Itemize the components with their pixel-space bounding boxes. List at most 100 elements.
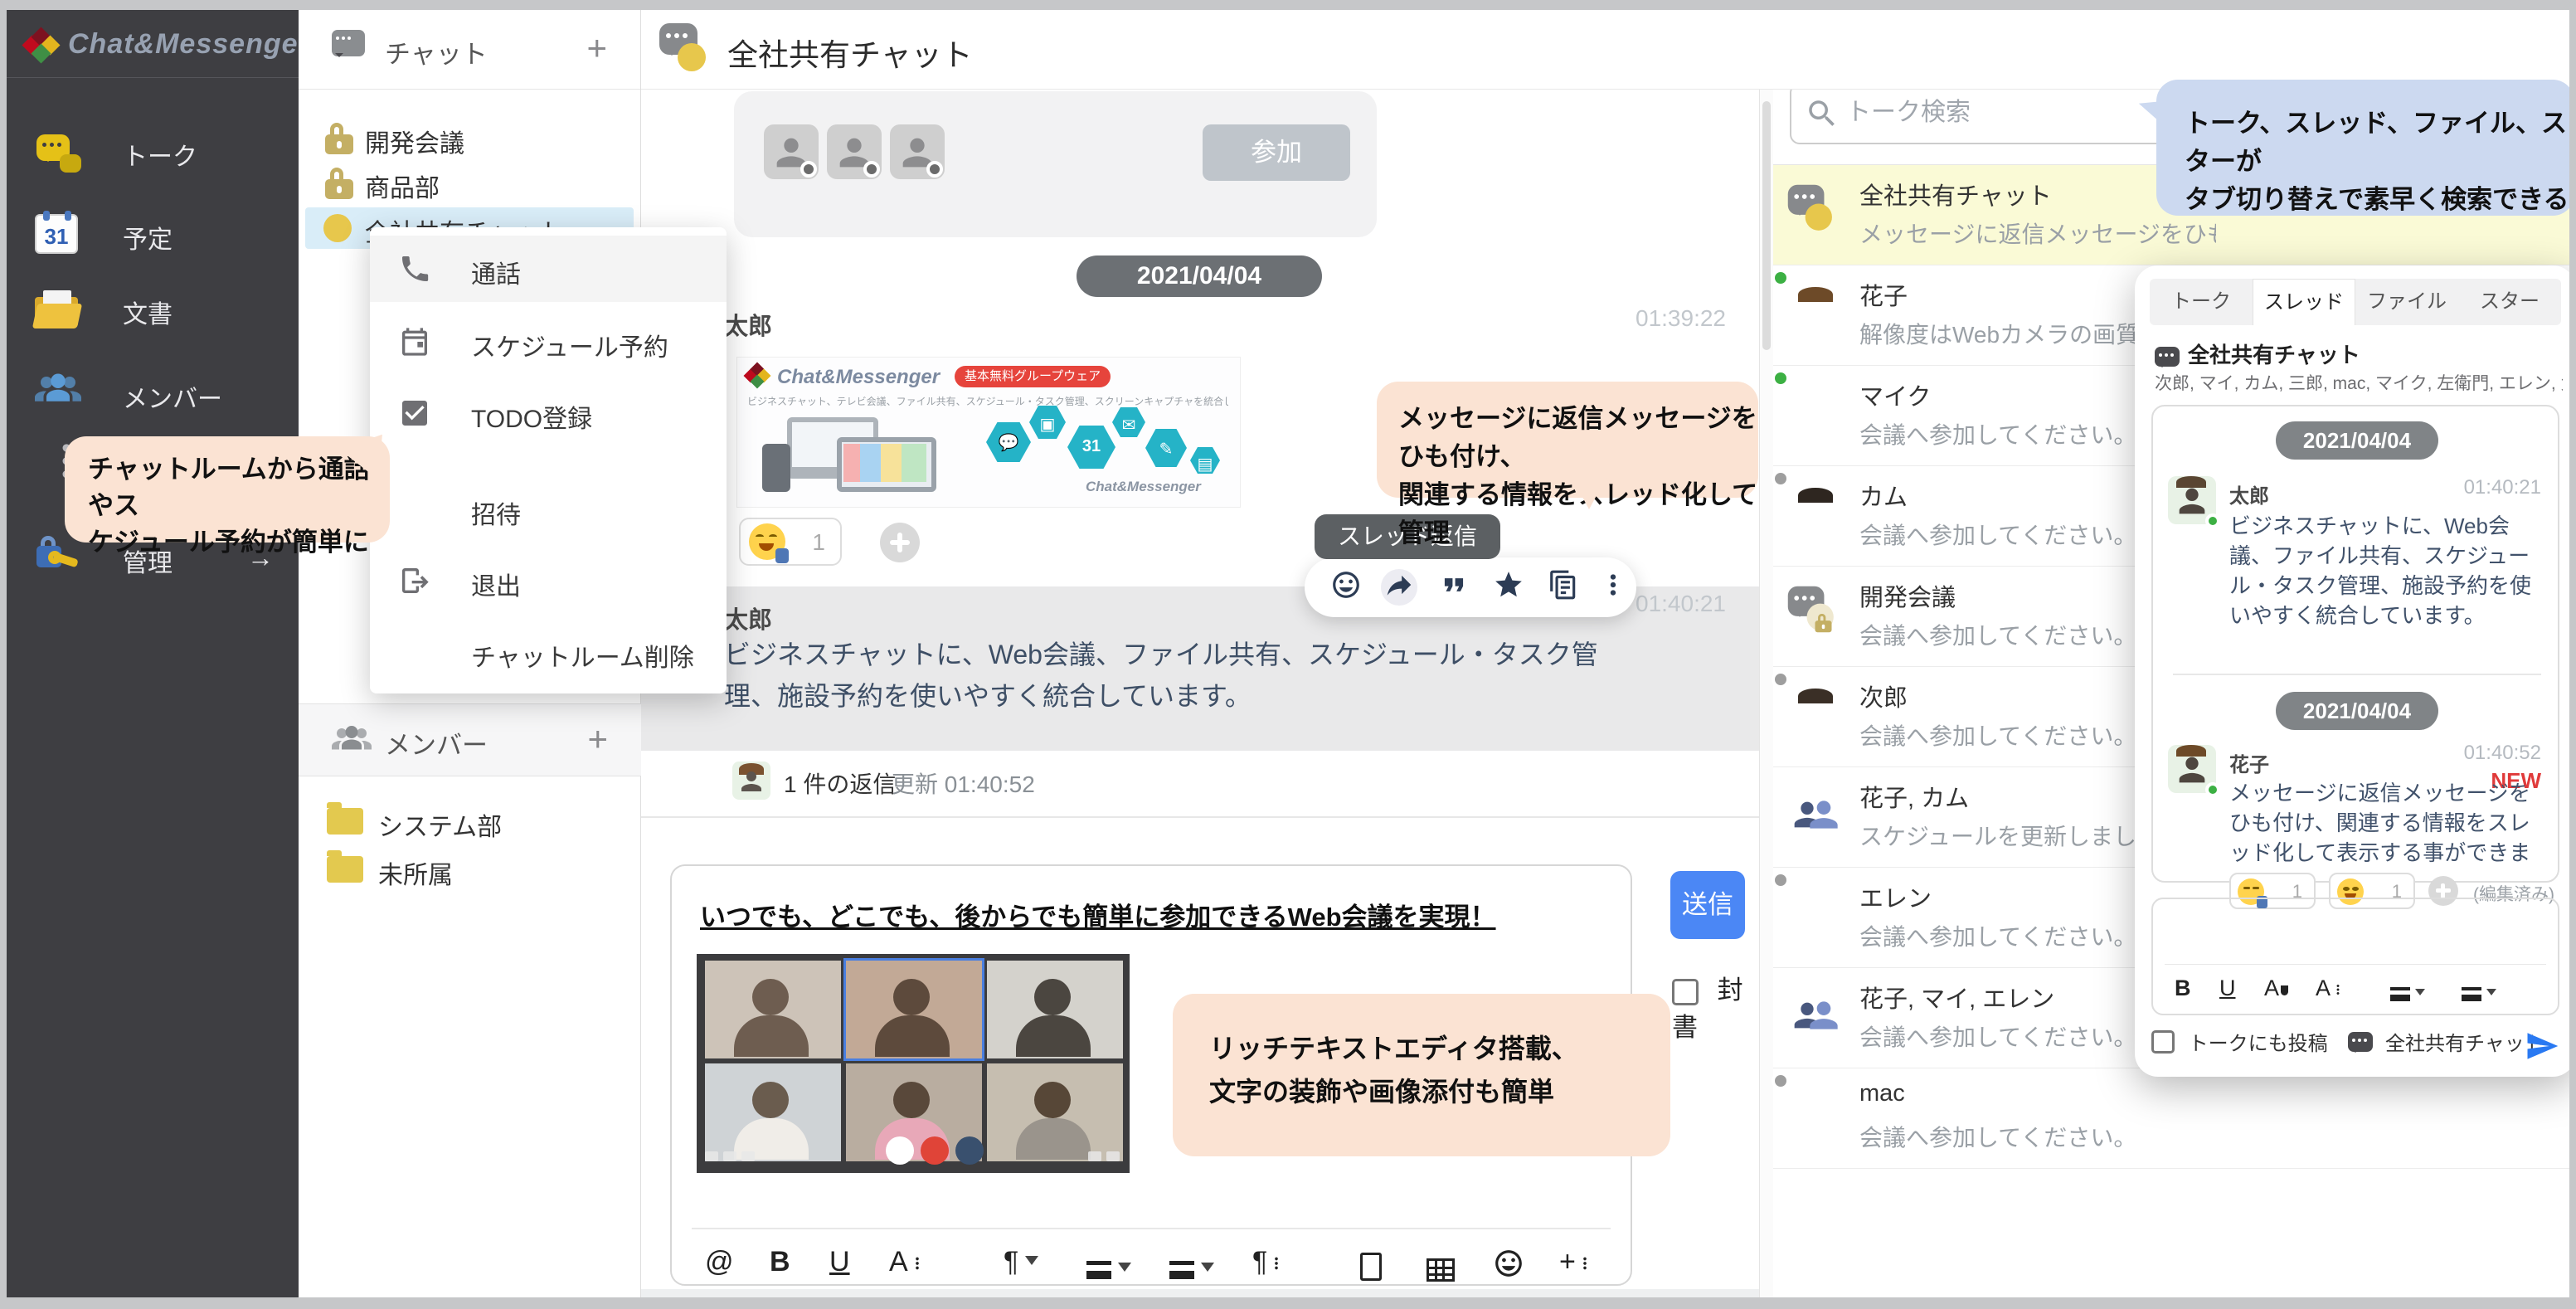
- sidebar-item-members[interactable]: メンバー: [7, 368, 299, 420]
- message-text: ビジネスチャットに、Web会議、ファイル共有、スケジュール・タスク管理、施設予約…: [2229, 511, 2544, 630]
- message-author: 太郎: [724, 601, 772, 635]
- banner-badge: 基本無料グループウェア: [955, 366, 1111, 387]
- message-author: 太郎: [724, 307, 772, 342]
- more-insert-icon[interactable]: +: [1559, 1246, 1594, 1278]
- emoji-react-icon[interactable]: [1328, 569, 1364, 606]
- tab-file[interactable]: ファイル: [2355, 279, 2458, 325]
- room-item-dev-meeting[interactable]: 開発会議: [305, 118, 634, 159]
- bullet-list-icon[interactable]: [1169, 1253, 1214, 1285]
- list-item-mac[interactable]: mac 会議へ参加してください。: [1773, 1068, 2569, 1169]
- room-item-product-dept[interactable]: 商品部: [305, 163, 634, 204]
- app-window: Chat&Messenger トーク 31 予定 文書 メンバー ••• 管理 …: [0, 0, 2576, 1309]
- page-title: 全社共有チャット: [727, 30, 973, 75]
- attach-file-icon[interactable]: [1360, 1249, 1382, 1282]
- sidebar-item-documents[interactable]: 文書: [7, 284, 299, 335]
- reaction-chip-thumbs-up[interactable]: 1: [739, 518, 842, 566]
- font-style-icon[interactable]: A: [889, 1246, 926, 1278]
- app-logo: Chat&Messenger: [7, 10, 299, 78]
- thread-panel: トーク スレッド ファイル スター 全社共有チャット 次郎, マイ, カム, 三…: [2135, 265, 2569, 1077]
- font-color-icon[interactable]: A: [2264, 976, 2288, 1001]
- menu-item-invite[interactable]: 招待: [370, 476, 727, 543]
- message-time: 01:39:22: [1636, 305, 1726, 332]
- paragraph-options-icon[interactable]: ¶: [1252, 1246, 1286, 1278]
- mention-icon[interactable]: @: [705, 1246, 734, 1278]
- app-logo-text: Chat&Messenger: [68, 28, 310, 61]
- post-to-talk-checkbox[interactable]: [2151, 1030, 2175, 1054]
- thread-compose-box[interactable]: B U A A: [2151, 898, 2559, 1015]
- star-icon[interactable]: [1490, 569, 1527, 606]
- room-context-menu: 通話 スケジュール予約 TODO登録 招待 退出 チャットルーム削除: [370, 227, 727, 693]
- thread-send-icon[interactable]: [2525, 1029, 2559, 1063]
- members-section-header: メンバー +: [299, 703, 641, 776]
- thread-footer: トークにも投稿 全社共有チャット: [2151, 1027, 2559, 1067]
- app-frame: Chat&Messenger トーク 31 予定 文書 メンバー ••• 管理 …: [7, 10, 2569, 1297]
- seal-checkbox[interactable]: [1672, 979, 1699, 1005]
- sidebar-item-talk[interactable]: トーク: [7, 126, 299, 178]
- main-scrollbar[interactable]: [1759, 10, 1773, 1297]
- divider: [2173, 674, 2541, 675]
- underline-icon[interactable]: U: [829, 1246, 850, 1278]
- sealed-message-option[interactable]: 封書: [1672, 969, 1759, 1044]
- bullet-list-icon[interactable]: [2462, 981, 2496, 1006]
- paragraph-format-icon[interactable]: ¶: [1004, 1246, 1038, 1278]
- lock-icon: [325, 166, 353, 199]
- bold-icon[interactable]: B: [2175, 976, 2191, 1001]
- yellow-presence-dot: [323, 214, 352, 242]
- menu-item-leave[interactable]: 退出: [370, 547, 727, 614]
- quote-icon[interactable]: [1436, 569, 1472, 606]
- date-chip: 2021/04/04: [1077, 255, 1322, 297]
- divider: [641, 816, 1759, 818]
- phone-icon: [398, 252, 431, 285]
- lock-icon: [325, 121, 353, 154]
- member-folder-unassigned[interactable]: 未所属: [305, 851, 634, 891]
- tab-talk[interactable]: トーク: [2150, 279, 2253, 325]
- call-participants-card: 参加: [734, 91, 1377, 237]
- message-text: ビジネスチャットに、Web会議、ファイル共有、スケジュール・タスク管 理、施設予…: [724, 634, 1752, 717]
- tab-thread[interactable]: スレッド: [2253, 279, 2355, 325]
- more-actions-icon[interactable]: [1595, 569, 1631, 606]
- ordered-list-icon[interactable]: [1086, 1253, 1131, 1285]
- add-reaction-button[interactable]: [880, 523, 920, 562]
- calendar-icon: [398, 325, 431, 358]
- callout-rich-text: リッチテキストエディタ搭載、 文字の装飾や画像添付も簡単: [1173, 994, 1670, 1156]
- menu-item-schedule[interactable]: スケジュール予約: [370, 309, 727, 375]
- compose-title-text[interactable]: いつでも、どこでも、後からでも簡単に参加できるWeb会議を実現！: [700, 896, 1496, 933]
- add-chat-room-button[interactable]: +: [586, 28, 607, 68]
- callout-thread-manage: メッセージに返信メッセージをひも付け、 関連する情報をスレッド化して管理: [1377, 382, 1758, 498]
- attached-banner-image[interactable]: Chat&Messenger 基本無料グループウェア ビジネスチャット、テレビ会…: [736, 357, 1241, 508]
- tab-star[interactable]: スター: [2458, 279, 2561, 325]
- attached-meeting-image[interactable]: [697, 954, 1130, 1173]
- message-time: 01:40:21: [1636, 591, 1726, 617]
- menu-item-delete-room[interactable]: チャットルーム削除: [370, 619, 727, 685]
- message-action-toolbar: [1305, 557, 1636, 617]
- thread-panel-tabs: トーク スレッド ファイル スター: [2150, 279, 2561, 325]
- menu-item-todo[interactable]: TODO登録: [370, 380, 727, 446]
- join-call-button[interactable]: 参加: [1203, 124, 1350, 181]
- insert-table-icon[interactable]: [1427, 1253, 1455, 1285]
- sidebar-item-schedule[interactable]: 31 予定: [7, 209, 299, 260]
- thread-reply-icon[interactable]: [1381, 569, 1417, 606]
- logo-diamond-icon: [25, 30, 58, 63]
- reply-count[interactable]: 1 件の返信: [784, 766, 896, 800]
- member-folder-system[interactable]: システム部: [305, 803, 634, 843]
- exit-icon: [398, 564, 431, 597]
- toolbar-divider: [692, 1228, 1611, 1229]
- chat-list-icon: [332, 30, 365, 56]
- calendar-31-icon: 31: [35, 214, 78, 254]
- underline-icon[interactable]: U: [2219, 976, 2236, 1001]
- avatar-taro: [2168, 476, 2216, 524]
- message-time: 01:40:21: [2464, 476, 2541, 499]
- emoji-picker-icon[interactable]: [1493, 1246, 1524, 1279]
- copy-icon[interactable]: [1545, 569, 1582, 606]
- folder-docs-icon: [35, 285, 81, 332]
- footer-gap: [641, 1289, 1759, 1297]
- hangup-button: [921, 1136, 949, 1165]
- lock-key-icon: [35, 534, 81, 581]
- ordered-list-icon[interactable]: [2390, 981, 2425, 1006]
- menu-item-call[interactable]: 通話: [370, 236, 727, 302]
- participant-avatar: [764, 124, 819, 179]
- send-button[interactable]: 送信: [1670, 871, 1745, 939]
- add-member-button[interactable]: +: [587, 719, 608, 759]
- bold-icon[interactable]: B: [770, 1246, 790, 1278]
- font-size-icon[interactable]: A: [2316, 976, 2345, 1001]
